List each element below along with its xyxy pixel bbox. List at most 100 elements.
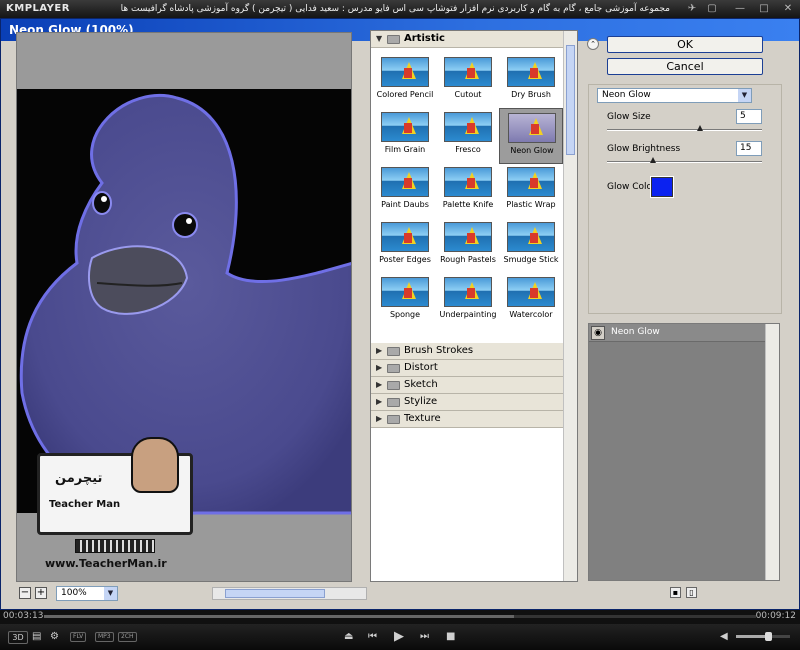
new-effect-layer-icon[interactable]: ▪	[670, 587, 681, 598]
filter-thumbnail[interactable]: Sponge	[373, 273, 437, 329]
glow-brightness-slider[interactable]	[607, 161, 762, 163]
play-icon[interactable]: ▶	[394, 630, 404, 644]
filter-select-value: Neon Glow	[602, 90, 651, 100]
filter-preview-image	[507, 57, 555, 87]
teacher-avatar	[131, 437, 179, 493]
cancel-button[interactable]: Cancel	[607, 58, 763, 75]
pin-icon[interactable]: ✈	[684, 2, 700, 16]
seek-track[interactable]	[44, 615, 756, 618]
format-badge: FLV	[70, 632, 87, 642]
filter-thumbnail[interactable]: Underpainting	[436, 273, 500, 329]
zoom-in-button[interactable]: +	[35, 587, 47, 599]
filter-thumbnails: Colored Pencil Cutout Dry Brush Film Grain F…	[371, 49, 563, 345]
volume-slider[interactable]	[736, 632, 790, 641]
category-stylize[interactable]: ▶ Stylize	[371, 394, 563, 411]
watermark-persian: تیچرمن	[55, 471, 103, 486]
next-icon[interactable]: ⏭	[420, 630, 429, 644]
filter-thumbnail[interactable]: Rough Pastels	[436, 218, 500, 274]
expand-right-icon: ▶	[376, 363, 383, 372]
maximize-icon[interactable]: □	[756, 2, 772, 16]
filter-thumbnail-label: Neon Glow	[510, 146, 554, 155]
category-texture[interactable]: ▶ Texture	[371, 411, 563, 428]
sail-shape	[530, 233, 538, 243]
glow-brightness-knob[interactable]	[650, 157, 656, 163]
expand-right-icon: ▶	[376, 380, 383, 389]
playlist-icon[interactable]: ▤	[32, 630, 41, 644]
folder-icon	[387, 35, 400, 44]
filter-thumbnail[interactable]: Fresco	[436, 108, 500, 164]
filter-thumbnail-label: Smudge Stick	[503, 255, 559, 264]
eye-icon[interactable]: ◉	[591, 326, 605, 340]
category-brush-strokes[interactable]: ▶ Brush Strokes	[371, 343, 563, 360]
filter-thumbnail[interactable]: Neon Glow	[499, 108, 563, 164]
watermark-logo: تیچرمن Teacher Man www.TeacherMan.ir	[35, 433, 195, 573]
sail-shape	[530, 68, 538, 78]
filter-thumbnail-label: Sponge	[389, 310, 421, 319]
glow-brightness-label: Glow Brightness	[607, 144, 681, 154]
eject-icon[interactable]: ⏏	[344, 630, 353, 644]
layers-scrollbar[interactable]	[765, 324, 779, 580]
folder-icon	[387, 398, 400, 407]
filter-thumbnail[interactable]: Plastic Wrap	[499, 163, 563, 219]
category-sketch[interactable]: ▶ Sketch	[371, 377, 563, 394]
scroll-thumb[interactable]	[566, 45, 575, 155]
previous-icon[interactable]: ⏮	[368, 630, 377, 644]
gallery-scrollbar[interactable]	[563, 31, 577, 581]
filter-thumbnail[interactable]: Smudge Stick	[499, 218, 563, 274]
filter-thumbnail[interactable]: Dry Brush	[499, 53, 563, 109]
filter-thumbnail[interactable]: Watercolor	[499, 273, 563, 329]
folder-icon	[387, 364, 400, 373]
ok-button[interactable]: OK	[607, 36, 763, 53]
category-label: Brush Strokes	[404, 345, 474, 356]
expand-down-icon: ▼	[376, 34, 383, 43]
filter-gallery-list: ▼ Artistic Colored Pencil Cutout Dry Brush…	[370, 30, 578, 582]
glow-size-input[interactable]: 5	[736, 109, 762, 124]
glow-color-swatch[interactable]	[650, 176, 674, 198]
settings-icon[interactable]: ⚙	[50, 630, 59, 644]
preview-hscrollbar[interactable]	[212, 587, 367, 600]
close-icon[interactable]: ✕	[780, 2, 796, 16]
filter-preview-image	[381, 57, 429, 87]
filter-preview-image	[381, 112, 429, 142]
sail-shape	[404, 68, 412, 78]
filter-thumbnail[interactable]: Cutout	[436, 53, 500, 109]
zoom-out-button[interactable]: −	[19, 587, 31, 599]
category-artistic[interactable]: ▼ Artistic	[371, 31, 563, 48]
sail-shape	[531, 124, 539, 134]
glow-brightness-input[interactable]: 15	[736, 141, 762, 156]
filter-thumbnail-label: Cutout	[454, 90, 482, 99]
glow-size-slider[interactable]	[607, 129, 762, 131]
player-logo: KMPLAYER	[6, 3, 70, 14]
filter-thumbnail[interactable]: Film Grain	[373, 108, 437, 164]
effect-layer-row[interactable]: ◉ Neon Glow	[589, 324, 767, 342]
sail-shape	[404, 123, 412, 133]
folder-icon	[387, 381, 400, 390]
delete-effect-layer-icon[interactable]: ▯	[686, 587, 697, 598]
filter-thumbnail[interactable]: Paint Daubs	[373, 163, 437, 219]
filter-thumbnail-label: Palette Knife	[442, 200, 494, 209]
filter-preview-image	[507, 277, 555, 307]
category-label: Texture	[404, 413, 441, 424]
filter-preview-image	[444, 112, 492, 142]
category-distort[interactable]: ▶ Distort	[371, 360, 563, 377]
sail-shape	[467, 178, 475, 188]
filter-select[interactable]: Neon Glow ▼	[597, 88, 752, 103]
filter-thumbnail[interactable]: Poster Edges	[373, 218, 437, 274]
sail-shape	[530, 178, 538, 188]
glow-size-knob[interactable]	[697, 125, 703, 131]
volume-knob[interactable]	[765, 632, 773, 641]
collapse-gallery-button[interactable]: ⌃	[587, 38, 599, 50]
filter-preview-image	[381, 222, 429, 252]
scroll-thumb[interactable]	[225, 589, 325, 598]
filter-thumbnail[interactable]: Colored Pencil	[373, 53, 437, 109]
filter-preview-image	[508, 113, 556, 143]
stop-icon[interactable]: ■	[446, 630, 455, 644]
zoom-select[interactable]: 100% ▼	[56, 586, 118, 601]
volume-icon[interactable]: ◀	[720, 630, 728, 644]
filter-thumbnail[interactable]: Palette Knife	[436, 163, 500, 219]
preview-area[interactable]: تیچرمن Teacher Man www.TeacherMan.ir	[16, 32, 352, 582]
minimize-icon[interactable]: —	[732, 2, 748, 16]
filter-preview-image	[507, 222, 555, 252]
3d-toggle[interactable]: 3D	[8, 631, 28, 644]
skin-icon[interactable]: ▢	[704, 2, 720, 16]
